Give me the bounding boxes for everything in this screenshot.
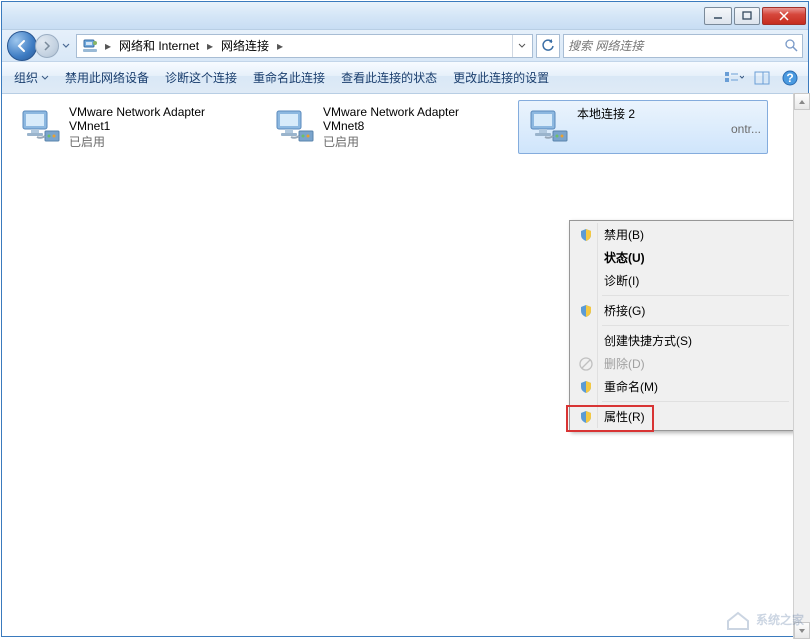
tb-disable-device[interactable]: 禁用此网络设备 — [57, 64, 157, 92]
conn-status: 已启用 — [69, 133, 255, 150]
connection-item-selected[interactable]: 本地连接 2 ontr... — [518, 100, 768, 154]
maximize-button[interactable] — [734, 7, 760, 25]
conn-title: VMware Network Adapter — [323, 105, 509, 119]
back-button[interactable] — [7, 31, 37, 61]
shield-icon — [578, 227, 594, 243]
addressbar: ▸ 网络和 Internet ▸ 网络连接 ▸ — [2, 30, 808, 62]
ctx-status[interactable]: 状态(U) — [572, 246, 791, 269]
conn-subtitle: VMnet8 — [323, 119, 509, 133]
ctx-delete: 删除(D) — [572, 352, 791, 375]
separator — [602, 325, 789, 326]
ctx-disable[interactable]: 禁用(B) — [572, 223, 791, 246]
search-input[interactable] — [568, 39, 784, 53]
tb-rename[interactable]: 重命名此连接 — [245, 64, 333, 92]
shield-icon — [578, 379, 594, 395]
breadcrumb[interactable]: ▸ 网络和 Internet ▸ 网络连接 ▸ — [76, 34, 533, 58]
connection-item[interactable]: VMware Network Adapter VMnet8 已启用 — [264, 100, 514, 154]
breadcrumb-arrow-icon[interactable]: ▸ — [101, 35, 115, 57]
search-icon[interactable] — [784, 39, 798, 53]
ctx-diagnose[interactable]: 诊断(I) — [572, 269, 791, 292]
preview-pane-button[interactable] — [748, 66, 776, 90]
ctx-create-shortcut[interactable]: 创建快捷方式(S) — [572, 329, 791, 352]
conn-subtitle: VMnet1 — [69, 119, 255, 133]
network-adapter-icon — [269, 103, 317, 151]
scrollbar-vertical[interactable] — [793, 93, 810, 639]
forward-button[interactable] — [35, 34, 59, 58]
minimize-button[interactable] — [704, 7, 732, 25]
context-menu: 禁用(B) 状态(U) 诊断(I) 桥接(G) 创建快捷方式(S) 删除(D) … — [569, 220, 794, 431]
network-icon — [81, 38, 99, 54]
network-adapter-icon — [523, 103, 571, 151]
help-button[interactable]: ? — [776, 66, 804, 90]
ctx-properties[interactable]: 属性(R) — [572, 405, 791, 428]
conn-title: 本地连接 2 — [577, 105, 763, 122]
tb-change-settings[interactable]: 更改此连接的设置 — [445, 64, 557, 92]
network-adapter-icon — [15, 103, 63, 151]
delete-disabled-icon — [578, 356, 594, 372]
scroll-down-button[interactable] — [794, 622, 810, 639]
titlebar — [2, 2, 808, 30]
shield-icon — [578, 303, 594, 319]
ctx-bridge[interactable]: 桥接(G) — [572, 299, 791, 322]
explorer-window: ▸ 网络和 Internet ▸ 网络连接 ▸ 组织 禁用此网络设备 诊断这个连… — [1, 1, 809, 637]
connection-item[interactable]: VMware Network Adapter VMnet1 已启用 — [10, 100, 260, 154]
content-area: VMware Network Adapter VMnet1 已启用 VMware… — [2, 94, 808, 636]
breadcrumb-seg-network[interactable]: 网络和 Internet — [115, 35, 203, 57]
separator — [602, 401, 789, 402]
nav-history-dropdown[interactable] — [59, 35, 73, 57]
breadcrumb-seg-connections[interactable]: 网络连接 — [217, 35, 273, 57]
tb-view-status[interactable]: 查看此连接的状态 — [333, 64, 445, 92]
search-box[interactable] — [563, 34, 803, 58]
view-options-button[interactable] — [720, 66, 748, 90]
shield-icon — [578, 409, 594, 425]
tb-diagnose[interactable]: 诊断这个连接 — [157, 64, 245, 92]
close-button[interactable] — [762, 7, 806, 25]
tb-organize[interactable]: 组织 — [6, 64, 57, 92]
conn-status: ontr... — [577, 122, 763, 136]
svg-text:?: ? — [786, 71, 793, 85]
breadcrumb-dropdown[interactable] — [512, 35, 530, 57]
separator — [602, 295, 789, 296]
conn-status: 已启用 — [323, 133, 509, 150]
breadcrumb-arrow-icon[interactable]: ▸ — [273, 35, 287, 57]
scroll-up-button[interactable] — [794, 93, 810, 110]
toolbar: 组织 禁用此网络设备 诊断这个连接 重命名此连接 查看此连接的状态 更改此连接的… — [2, 62, 808, 94]
ctx-rename[interactable]: 重命名(M) — [572, 375, 791, 398]
breadcrumb-arrow-icon[interactable]: ▸ — [203, 35, 217, 57]
refresh-button[interactable] — [536, 34, 560, 58]
conn-title: VMware Network Adapter — [69, 105, 255, 119]
